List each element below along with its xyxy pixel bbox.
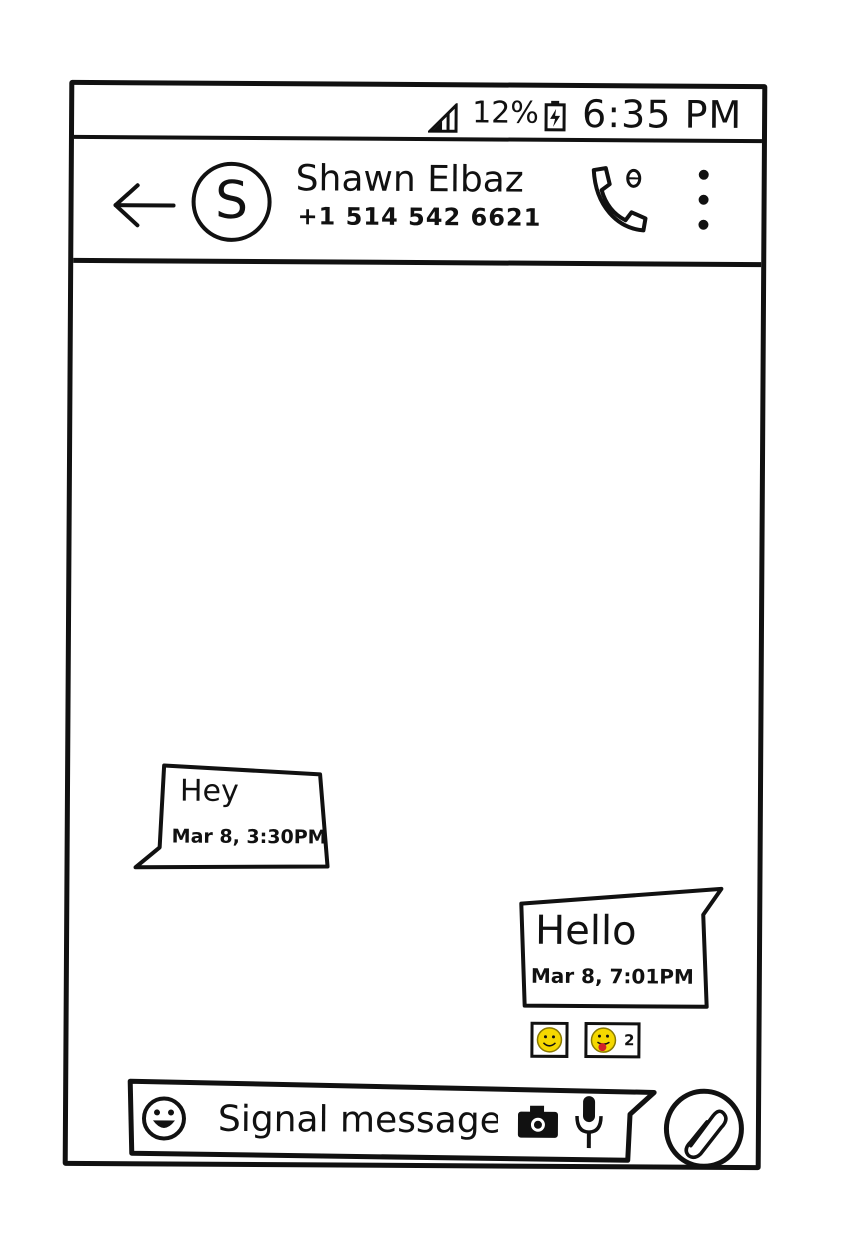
reaction-count: 2	[623, 1031, 635, 1050]
status-time: 6:35 PM	[581, 92, 743, 137]
signal-icon	[428, 103, 458, 133]
avatar[interactable]: S	[191, 161, 272, 243]
back-arrow-icon[interactable]	[111, 181, 177, 229]
emoji-icon[interactable]	[140, 1093, 188, 1143]
message-text: Hey	[179, 773, 239, 809]
message-input[interactable]	[215, 1087, 501, 1152]
message-timestamp: Mar 8, 3:30PM	[171, 825, 327, 849]
contact-name[interactable]: Shawn Elbaz	[296, 158, 524, 200]
attach-icon	[684, 1109, 728, 1160]
attach-button[interactable]	[663, 1088, 745, 1170]
microphone-icon[interactable]	[574, 1094, 604, 1150]
reaction-tongue[interactable]: 2	[584, 1022, 641, 1059]
contact-number: +1 514 542 6621	[297, 202, 542, 232]
outgoing-message-bubble[interactable]: Hello Mar 8, 7:01PM	[517, 884, 730, 1013]
conversation-toolbar: S Shawn Elbaz +1 514 542 6621	[73, 138, 762, 268]
call-icon[interactable]	[587, 164, 651, 234]
smile-emoji-icon	[536, 1027, 563, 1053]
tongue-emoji-icon	[590, 1027, 617, 1053]
incoming-message-bubble[interactable]: Hey Mar 8, 3:30PM	[133, 761, 334, 874]
reaction-smile[interactable]	[530, 1021, 569, 1058]
message-text: Hello	[534, 907, 637, 955]
more-vertical-icon[interactable]	[691, 167, 715, 233]
battery-charging-icon	[544, 100, 566, 132]
status-bar: 12% 6:35 PM	[73, 84, 763, 144]
camera-icon[interactable]	[516, 1104, 560, 1140]
message-timestamp: Mar 8, 7:01PM	[530, 963, 694, 989]
message-composer	[126, 1077, 659, 1164]
battery-percent: 12%	[472, 95, 539, 131]
phone-frame: 12% 6:35 PM S Shawn Elbaz +1 514 542 662…	[62, 79, 768, 1171]
